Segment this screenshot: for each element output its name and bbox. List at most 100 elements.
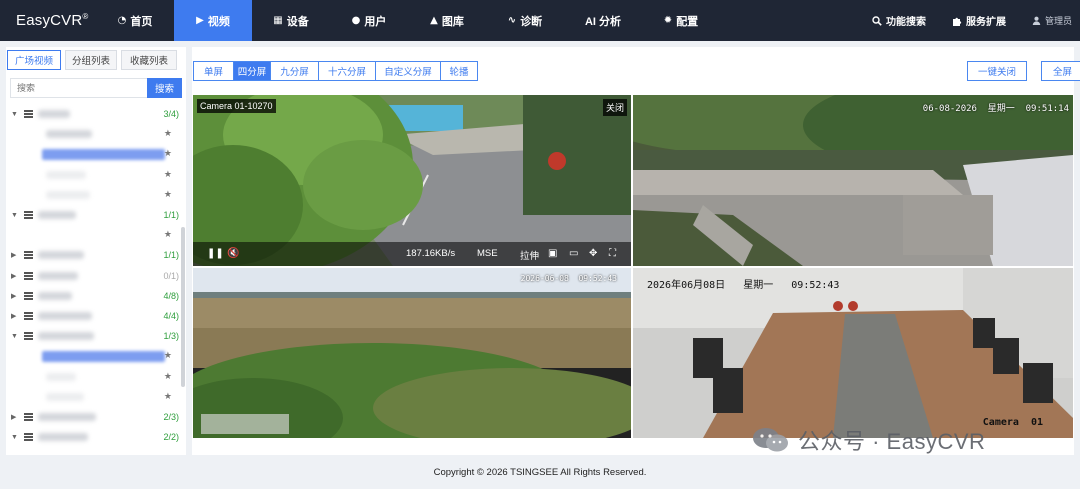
sidebar-scrollbar[interactable] <box>181 227 185 387</box>
layout-button-2[interactable]: 九分屏 <box>270 61 319 81</box>
fullscreen-button[interactable]: 全屏 <box>1041 61 1080 81</box>
nav-item-3[interactable]: ● 用户 <box>330 0 408 41</box>
volume-mute-icon[interactable]: 🔇 <box>227 248 239 259</box>
tree-channel[interactable]: ★ <box>6 387 186 407</box>
redacted-name <box>46 130 92 139</box>
layout-button-4[interactable]: 自定义分屏 <box>375 61 441 81</box>
video-panel: 单屏 四分屏 九分屏 十六分屏 自定义分屏 轮播 一键关闭 全屏 Camera 01-10… <box>192 47 1080 455</box>
device-tree: ▼ 3/4) ★ ★ ★ ★ ▼ 1/1) ★ ▶ 1/1) ▶ 0/1) ▶ 4/8) ▶ 4/4) ▼ 1/3)… <box>6 104 186 447</box>
caret-right-icon[interactable]: ▶ <box>11 312 16 320</box>
nav-item-label: 诊断 <box>520 15 543 28</box>
nav-item-label: 首页 <box>130 15 153 28</box>
nav-item-0[interactable]: ◔ 首页 <box>96 0 174 41</box>
caret-down-icon[interactable]: ▼ <box>11 111 18 118</box>
nav-item-5[interactable]: ∿ 诊断 <box>486 0 564 41</box>
nav-item-label: 视频 <box>207 15 230 28</box>
video-player-3[interactable]: 2026-06-08 09:52:43 <box>193 268 631 438</box>
nav-item-7[interactable]: ✹ 配置 <box>642 0 720 41</box>
tree-channel[interactable]: ★ <box>6 165 186 185</box>
tree-group[interactable]: ▶ 4/8) <box>6 286 186 306</box>
tree-group[interactable]: ▼ 1/3) <box>6 326 186 346</box>
tree-group[interactable]: ▼ 3/4) <box>6 104 186 124</box>
snapshot-icon[interactable]: ▣ <box>548 248 557 259</box>
play-circle-icon: ▶ <box>196 15 204 26</box>
caret-down-icon[interactable]: ▼ <box>11 434 18 441</box>
device-icon <box>24 311 33 320</box>
nav-item-6[interactable]: AI 分析 <box>564 0 642 41</box>
favorite-star-icon[interactable]: ★ <box>164 190 172 200</box>
caret-down-icon[interactable]: ▼ <box>11 212 18 219</box>
caret-right-icon[interactable]: ▶ <box>11 292 16 300</box>
close-all-button[interactable]: 一键关闭 <box>967 61 1027 81</box>
feature-search-button[interactable]: 功能搜索 <box>872 13 926 28</box>
user-menu[interactable]: 管理员 <box>1032 14 1072 27</box>
video-player-4[interactable]: 2026年06月08日 星期一 09:52:43 Camera 01 <box>633 268 1073 438</box>
nav-item-4[interactable]: ▲ 图库 <box>408 0 486 41</box>
redacted-name <box>38 311 92 320</box>
video-player-2[interactable]: 06-08-2026 星期一 09:51:14 <box>633 95 1073 266</box>
fullscreen-icon[interactable]: ⛶ <box>609 248 616 259</box>
redacted-name <box>46 170 86 179</box>
favorite-star-icon[interactable]: ★ <box>164 392 172 402</box>
online-count: 1/1) <box>163 250 179 261</box>
caret-down-icon[interactable]: ▼ <box>11 333 18 340</box>
ptz-move-icon[interactable]: ✥ <box>589 248 597 259</box>
redacted-name <box>38 433 88 442</box>
tree-channel[interactable]: ★ <box>6 346 186 366</box>
layout-button-1[interactable]: 四分屏 <box>233 61 271 81</box>
tree-channel[interactable]: ★ <box>6 185 186 205</box>
favorite-star-icon[interactable]: ★ <box>164 129 172 139</box>
favorite-star-icon[interactable]: ★ <box>164 351 172 361</box>
service-extension-button[interactable]: 服务扩展 <box>952 13 1006 28</box>
sidebar-tabs: 广场视频 分组列表 收藏列表 <box>6 47 186 70</box>
nav-item-label: 图库 <box>441 15 464 28</box>
nav-item-1[interactable]: ▶ 视频 <box>174 0 252 41</box>
stretch-button[interactable]: 拉伸 <box>520 248 539 262</box>
favorite-star-icon[interactable]: ★ <box>164 372 172 382</box>
video-player-1[interactable]: Camera 01-10270 关闭 ❚❚ 🔇 187.16KB/s MSE 拉… <box>193 95 631 266</box>
close-stream-button[interactable]: 关闭 <box>602 99 627 116</box>
layout-button-5[interactable]: 轮播 <box>440 61 478 81</box>
redacted-name <box>38 110 70 119</box>
tree-group[interactable]: ▶ 4/4) <box>6 306 186 326</box>
stream-mode: MSE <box>477 248 498 259</box>
osd-timestamp: 06-08-2026 星期一 09:51:14 <box>922 104 1069 114</box>
search-button[interactable]: 搜索 <box>147 78 182 98</box>
redacted-name <box>38 332 94 341</box>
brand-logo[interactable]: EasyCVR® <box>0 12 96 29</box>
tree-channel[interactable]: ★ <box>6 366 186 386</box>
tree-channel[interactable]: ★ <box>6 124 186 144</box>
caret-right-icon[interactable]: ▶ <box>11 272 16 280</box>
favorite-star-icon[interactable]: ★ <box>164 230 172 240</box>
tab-favorites[interactable]: 收藏列表 <box>121 50 177 70</box>
pause-icon[interactable]: ❚❚ <box>207 248 224 259</box>
tab-plaza-video[interactable]: 广场视频 <box>7 50 61 70</box>
tree-channel[interactable]: ★ <box>6 144 186 164</box>
tree-group[interactable]: ▶ 1/1) <box>6 245 186 265</box>
tree-channel[interactable]: ★ <box>6 225 186 245</box>
osd-camera-name: Camera 01 <box>982 417 1043 428</box>
layout-button-0[interactable]: 单屏 <box>193 61 234 81</box>
redacted-name <box>38 251 84 260</box>
tree-group[interactable]: ▼ 2/2) <box>6 427 186 447</box>
sidebar-search: 搜索 <box>10 78 186 98</box>
search-input[interactable] <box>10 78 147 98</box>
tree-group[interactable]: ▶ 2/3) <box>6 407 186 427</box>
caret-right-icon[interactable]: ▶ <box>11 413 16 421</box>
pulse-icon: ∿ <box>507 15 517 26</box>
tree-group[interactable]: ▼ 1/1) <box>6 205 186 225</box>
layout-button-3[interactable]: 十六分屏 <box>318 61 376 81</box>
device-icon <box>24 211 33 220</box>
player-controls: ❚❚ 🔇 187.16KB/s MSE 拉伸 ▣ ▭ ✥ ⛶ <box>193 242 631 266</box>
tree-group[interactable]: ▶ 0/1) <box>6 266 186 286</box>
record-icon[interactable]: ▭ <box>569 248 578 259</box>
nav-item-2[interactable]: ▦ 设备 <box>252 0 330 41</box>
online-count: 1/1) <box>163 210 179 221</box>
tab-group-list[interactable]: 分组列表 <box>65 50 117 70</box>
right-nav: 功能搜索 服务扩展 管理员 <box>872 0 1080 41</box>
nav-item-label: 用户 <box>364 15 387 28</box>
device-icon: ▦ <box>273 15 283 26</box>
favorite-star-icon[interactable]: ★ <box>164 170 172 180</box>
favorite-star-icon[interactable]: ★ <box>164 149 172 159</box>
caret-right-icon[interactable]: ▶ <box>11 251 16 259</box>
